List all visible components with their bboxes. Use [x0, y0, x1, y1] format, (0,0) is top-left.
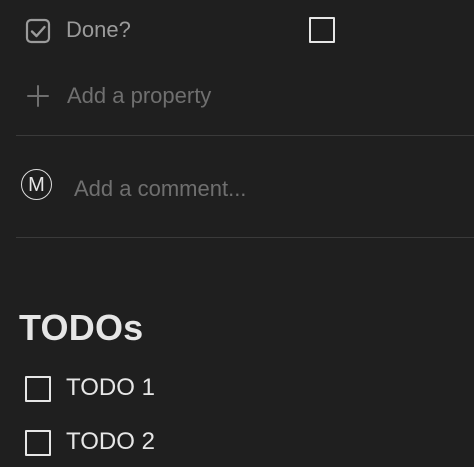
comment-row: M Add a comment... [0, 160, 474, 220]
todo-checkbox[interactable] [25, 376, 51, 402]
todo-item: TODO 2 [0, 421, 474, 461]
section-heading[interactable]: TODOs [19, 306, 143, 350]
done-checkbox[interactable] [309, 17, 335, 43]
add-property-button[interactable]: Add a property [0, 74, 474, 118]
plus-icon [26, 84, 50, 108]
todo-label[interactable]: TODO 2 [66, 427, 155, 457]
todo-label[interactable]: TODO 1 [66, 373, 155, 403]
todo-item: TODO 1 [0, 367, 474, 407]
todo-checkbox[interactable] [25, 430, 51, 456]
divider [16, 237, 474, 238]
property-label[interactable]: Done? [66, 16, 131, 44]
property-row-done: Done? [0, 0, 474, 62]
page: Done? Add a property M Add a comment... … [0, 0, 474, 467]
add-property-label: Add a property [67, 83, 212, 108]
checkbox-property-icon [25, 18, 51, 44]
comment-input[interactable]: Add a comment... [74, 175, 246, 203]
avatar: M [21, 169, 52, 200]
divider [16, 135, 474, 136]
